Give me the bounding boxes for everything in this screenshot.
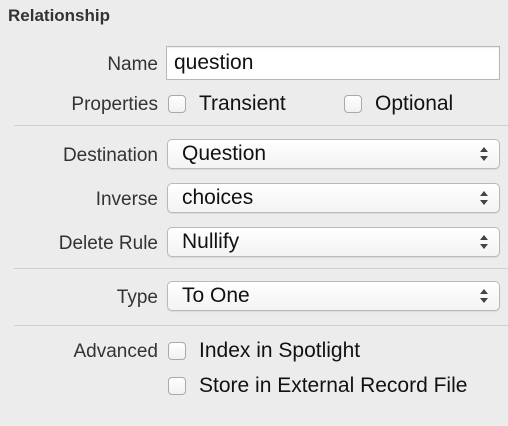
name-label: Name — [107, 54, 158, 75]
section-title: Relationship — [8, 6, 111, 25]
optional-checkbox[interactable] — [344, 95, 362, 113]
inverse-value: choices — [182, 186, 254, 209]
destination-popup[interactable]: Question — [167, 139, 500, 169]
optional-option[interactable]: Optional — [344, 92, 453, 116]
transient-checkbox[interactable] — [168, 95, 186, 113]
divider — [14, 125, 508, 126]
external-record-label: Store in External Record File — [199, 374, 468, 397]
delete-rule-label: Delete Rule — [58, 233, 158, 254]
inverse-popup[interactable]: choices — [167, 183, 500, 213]
name-field[interactable]: question — [166, 46, 500, 80]
transient-option[interactable]: Transient — [168, 92, 286, 116]
type-label: Type — [116, 287, 158, 308]
properties-label: Properties — [71, 94, 158, 115]
divider — [14, 325, 508, 326]
transient-label: Transient — [199, 92, 286, 115]
updown-arrows-icon — [480, 191, 488, 205]
index-spotlight-label: Index in Spotlight — [199, 339, 361, 362]
updown-arrows-icon — [480, 235, 488, 249]
optional-label: Optional — [375, 92, 454, 115]
delete-rule-popup[interactable]: Nullify — [167, 227, 500, 257]
type-value: To One — [182, 284, 250, 307]
updown-arrows-icon — [480, 147, 488, 161]
delete-rule-value: Nullify — [182, 230, 240, 253]
destination-value: Question — [182, 142, 267, 165]
external-record-checkbox[interactable] — [168, 377, 186, 395]
type-popup[interactable]: To One — [167, 281, 500, 311]
divider — [14, 268, 508, 269]
index-spotlight-option[interactable]: Index in Spotlight — [168, 339, 360, 363]
advanced-label: Advanced — [73, 341, 158, 362]
inverse-label: Inverse — [95, 189, 158, 210]
index-spotlight-checkbox[interactable] — [168, 342, 186, 360]
external-record-option[interactable]: Store in External Record File — [168, 374, 498, 398]
updown-arrows-icon — [480, 289, 488, 303]
destination-label: Destination — [62, 145, 158, 166]
